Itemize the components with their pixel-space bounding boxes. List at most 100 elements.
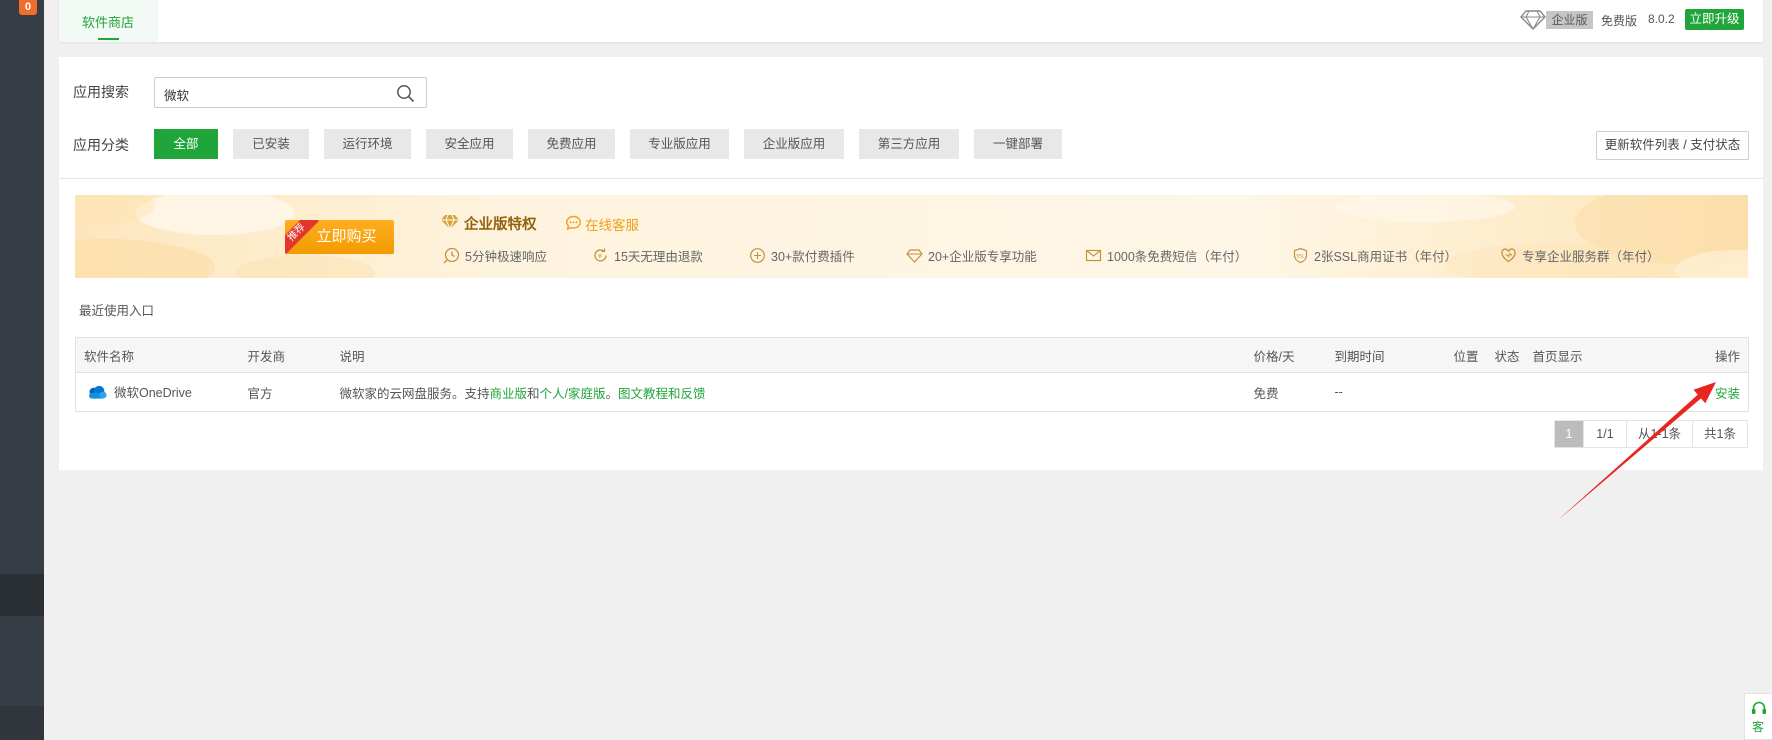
floating-service-button[interactable]: 客 — [1744, 693, 1772, 740]
category-installed[interactable]: 已安装 — [233, 129, 309, 159]
cell-actions: 安装 — [1653, 373, 1749, 412]
sidebar-selected-item[interactable] — [0, 574, 44, 616]
notification-badge[interactable]: 0 — [19, 0, 37, 15]
cell-description: 微软家的云网盘服务。支持商业版和个人/家庭版。图文教程和反馈 — [340, 373, 1254, 412]
tutorial-feedback-link[interactable]: 图文教程和反馈 — [618, 387, 706, 401]
refund-icon: ¥ — [594, 248, 607, 262]
install-button[interactable]: 安装 — [1715, 387, 1740, 401]
cell-app-name: 微软OneDrive — [76, 373, 248, 412]
feature-text: 20+企业版专享功能 — [928, 249, 1037, 264]
upgrade-button[interactable]: 立即升级 — [1685, 9, 1744, 30]
diamond-outline-icon — [906, 248, 923, 263]
table-row: 微软OneDrive 官方 微软家的云网盘服务。支持商业版和个人/家庭版。图文教… — [76, 373, 1749, 412]
category-pro[interactable]: 专业版应用 — [630, 129, 729, 159]
software-table: 软件名称 开发商 说明 价格/天 到期时间 位置 状态 首页显示 操作 微软On… — [75, 337, 1749, 412]
category-third-party[interactable]: 第三方应用 — [859, 129, 959, 159]
personal-edition-link[interactable]: 个人/家庭版 — [540, 387, 606, 401]
chat-icon[interactable] — [565, 215, 582, 231]
app-name-text: 微软OneDrive — [114, 386, 192, 401]
column-header-actions: 操作 — [1652, 337, 1749, 373]
category-one-click-deploy[interactable]: 一键部署 — [974, 129, 1062, 159]
page-total: 共1条 — [1692, 421, 1747, 447]
diamond-icon — [1520, 10, 1546, 30]
feature-text: 5分钟极速响应 — [465, 249, 547, 264]
feature-text: 2张SSL商用证书（年付） — [1314, 249, 1458, 264]
table-header: 软件名称 开发商 说明 价格/天 到期时间 位置 状态 首页显示 操作 — [75, 337, 1749, 373]
feature-fast-response: 5分钟极速响应 — [443, 246, 547, 264]
column-header-status: 状态 — [1494, 337, 1533, 373]
column-header-expiry: 到期时间 — [1334, 337, 1454, 373]
page-range: 从1-1条 — [1626, 421, 1692, 447]
page-count: 1/1 — [1583, 421, 1626, 447]
buy-now-button[interactable]: 推荐 立即购买 — [285, 220, 394, 254]
enterprise-banner: 推荐 立即购买 企业版特权 在线客服 5分钟极速响应 ¥ 15天无理由退款 30… — [75, 195, 1748, 278]
divider — [59, 178, 1763, 179]
search-input-value[interactable]: 微软 — [164, 85, 189, 104]
floating-service-label: 客 — [1752, 720, 1765, 734]
column-header-position: 位置 — [1453, 337, 1495, 373]
column-header-homepage: 首页显示 — [1532, 337, 1653, 373]
search-input[interactable]: 微软 — [154, 77, 427, 108]
cell-homepage — [1533, 373, 1653, 412]
category-all[interactable]: 全部 — [154, 129, 218, 159]
version-label: 8.0.2 — [1648, 12, 1675, 26]
feature-paid-plugins: 30+款付费插件 — [749, 246, 855, 264]
tab-software-store[interactable]: 软件商店 — [59, 0, 158, 42]
column-header-description: 说明 — [339, 337, 1254, 373]
feature-service-group: 专享企业服务群（年付） — [1500, 246, 1660, 264]
search-icon[interactable] — [396, 84, 415, 103]
app-name[interactable]: 微软OneDrive — [86, 382, 192, 401]
svg-text:¥: ¥ — [598, 253, 602, 260]
feature-text: 1000条免费短信（年付） — [1107, 249, 1248, 264]
main-panel: 应用搜索 微软 应用分类 全部 已安装 运行环境 安全应用 免费应用 专业版应用… — [59, 57, 1763, 470]
feature-free-sms: 1000条免费短信（年付） — [1085, 246, 1247, 264]
svg-text:SSL: SSL — [1296, 253, 1305, 259]
mail-icon — [1085, 249, 1102, 261]
category-runtime[interactable]: 运行环境 — [324, 129, 411, 159]
heart-icon — [1501, 247, 1516, 262]
cell-status — [1495, 373, 1533, 412]
category-free[interactable]: 免费应用 — [528, 129, 615, 159]
category-label: 应用分类 — [73, 137, 129, 153]
clock-icon — [443, 247, 460, 263]
business-edition-link[interactable]: 商业版 — [490, 387, 528, 401]
sidebar: 0 — [0, 0, 44, 740]
free-version-label: 免费版 — [1601, 14, 1638, 28]
description-text: 微软家的云网盘服务。支持 — [339, 386, 490, 401]
description-text: 。 — [605, 386, 619, 401]
refresh-software-list-button[interactable]: 更新软件列表 / 支付状态 — [1596, 131, 1749, 160]
feature-ssl-certificates: SSL 2张SSL商用证书（年付） — [1292, 246, 1457, 264]
tab-active-indicator — [98, 38, 119, 40]
cell-expiry: -- — [1334, 385, 1343, 399]
edition-badge[interactable]: 企业版 — [1546, 11, 1593, 29]
cell-developer: 官方 — [247, 386, 273, 401]
page-current[interactable]: 1 — [1555, 421, 1583, 447]
feature-exclusive-functions: 20+企业版专享功能 — [906, 246, 1037, 264]
plugin-icon — [750, 247, 765, 263]
headset-icon — [1752, 701, 1766, 714]
category-enterprise[interactable]: 企业版应用 — [744, 129, 844, 159]
column-header-developer: 开发商 — [247, 337, 340, 373]
pagination: 1 1/1 从1-1条 共1条 — [1554, 420, 1748, 448]
recent-entries-label: 最近使用入口 — [79, 304, 155, 318]
onedrive-icon — [89, 385, 107, 399]
feature-text: 15天无理由退款 — [614, 249, 703, 264]
ssl-shield-icon: SSL — [1293, 247, 1308, 263]
cell-position — [1454, 373, 1495, 412]
tab-label: 软件商店 — [82, 15, 135, 30]
online-service-link[interactable]: 在线客服 — [585, 214, 639, 234]
column-header-name[interactable]: 软件名称 — [75, 337, 248, 373]
top-bar: 软件商店 企业版 免费版 8.0.2 立即升级 — [59, 0, 1763, 42]
column-header-price[interactable]: 价格/天 — [1253, 337, 1335, 373]
sidebar-bottom-item[interactable] — [0, 706, 44, 740]
category-filter: 全部 已安装 运行环境 安全应用 免费应用 专业版应用 企业版应用 第三方应用 … — [154, 129, 1077, 159]
feature-text: 专享企业服务群（年付） — [1522, 249, 1660, 264]
search-label: 应用搜索 — [73, 84, 129, 100]
description-text: 和 — [527, 386, 540, 401]
feature-refund: ¥ 15天无理由退款 — [592, 246, 703, 264]
category-security[interactable]: 安全应用 — [426, 129, 513, 159]
buy-now-label: 立即购买 — [316, 228, 377, 245]
diamond-icon — [441, 214, 459, 230]
feature-text: 30+款付费插件 — [771, 249, 855, 264]
recommend-ribbon: 推荐 — [285, 220, 319, 254]
